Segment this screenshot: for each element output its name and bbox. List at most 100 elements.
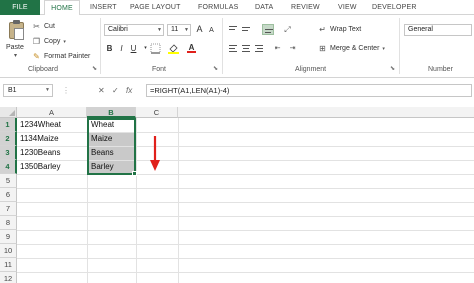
- row-header-11[interactable]: 11: [0, 258, 17, 272]
- font-name-value: Calibri: [108, 26, 128, 33]
- font-size-value: 11: [171, 26, 179, 33]
- formula-bar: B1 ▼ ⋮ ✕ ✓ fx =RIGHT(A1,LEN(A1)-4): [0, 82, 474, 99]
- row-header-12[interactable]: 12: [0, 272, 17, 283]
- align-top-icon[interactable]: [227, 24, 239, 35]
- cell-a3[interactable]: 1230Beans: [17, 146, 87, 160]
- row-header-9[interactable]: 9: [0, 230, 17, 244]
- tab-developer[interactable]: DEVELOPER: [372, 0, 417, 15]
- align-right-icon[interactable]: [253, 43, 265, 54]
- tab-review[interactable]: REVIEW: [291, 0, 320, 15]
- dialog-launcher-icon[interactable]: ⬊: [92, 66, 99, 73]
- row-header-10[interactable]: 10: [0, 244, 17, 258]
- font-name-select[interactable]: Calibri ▼: [104, 24, 164, 36]
- formula-options-icon: ⋮: [62, 86, 70, 95]
- row-header-1[interactable]: 1: [0, 118, 17, 132]
- wrap-text-button[interactable]: ↵ Wrap Text: [318, 24, 361, 35]
- copy-button[interactable]: ❐ Copy ▾: [32, 36, 66, 47]
- column-header-a[interactable]: A: [17, 107, 87, 118]
- gridline: [17, 216, 474, 217]
- bold-button[interactable]: B: [104, 43, 115, 54]
- tab-view[interactable]: VIEW: [338, 0, 357, 15]
- row-header-5[interactable]: 5: [0, 174, 17, 188]
- number-format-select[interactable]: General: [404, 24, 472, 36]
- row-header-2[interactable]: 2: [0, 132, 17, 146]
- underline-button[interactable]: U: [128, 43, 139, 54]
- row-header-4[interactable]: 4: [0, 160, 17, 174]
- column-header-rest: [178, 107, 474, 118]
- clipboard-clip: [13, 20, 20, 24]
- font-size-select[interactable]: 11 ▼: [167, 24, 191, 36]
- dialog-launcher-icon[interactable]: ⬊: [213, 66, 220, 73]
- paste-button[interactable]: Paste ▾: [6, 18, 28, 59]
- cancel-icon[interactable]: ✕: [98, 85, 105, 96]
- number-group-label: Number: [428, 66, 453, 73]
- merge-center-button[interactable]: ⊞ Merge & Center ▾: [318, 43, 385, 54]
- gridline: [17, 188, 474, 189]
- enter-icon[interactable]: ✓: [112, 85, 119, 96]
- cell-a1[interactable]: 1234Wheat: [17, 118, 87, 132]
- align-center-icon[interactable]: [240, 43, 252, 54]
- group-divider: [222, 18, 223, 74]
- copy-icon: ❐: [32, 36, 41, 46]
- chevron-down-icon: ▼: [157, 27, 162, 33]
- row-header-7[interactable]: 7: [0, 202, 17, 216]
- borders-icon[interactable]: [150, 43, 161, 54]
- chevron-down-icon[interactable]: ▾: [14, 52, 17, 59]
- paintbrush-icon: ✎: [33, 51, 40, 61]
- decrease-indent-icon[interactable]: ⇤: [272, 43, 283, 54]
- align-bottom-icon[interactable]: [262, 24, 274, 35]
- worksheet-grid[interactable]: A B C 1 2 3 4 5 6 7 8 9 10 11 12 1234Whe…: [0, 107, 474, 283]
- tab-page-layout[interactable]: PAGE LAYOUT: [130, 0, 181, 15]
- name-box[interactable]: B1 ▼: [3, 84, 53, 97]
- gridline: [17, 258, 474, 259]
- grow-font-button[interactable]: A: [194, 24, 205, 35]
- shrink-font-button[interactable]: A: [206, 25, 217, 36]
- wrap-text-icon: ↵: [319, 24, 326, 34]
- format-painter-label: Format Painter: [44, 53, 91, 60]
- tab-file[interactable]: FILE: [0, 0, 40, 15]
- name-box-value: B1: [8, 87, 17, 94]
- align-left-icon[interactable]: [227, 43, 239, 54]
- dialog-launcher-icon[interactable]: ⬊: [390, 66, 397, 73]
- chevron-down-icon[interactable]: ▾: [382, 46, 385, 52]
- copy-chevron-icon[interactable]: ▾: [63, 39, 66, 45]
- tab-formulas[interactable]: FORMULAS: [198, 0, 239, 15]
- font-group-label: Font: [152, 66, 167, 73]
- font-color-swatch: [187, 51, 196, 53]
- font-color-button[interactable]: A: [186, 42, 197, 53]
- ribbon-home: Paste ▾ ✂ Cut ❐ Copy ▾ ✎ Format Painter Clip…: [0, 15, 474, 78]
- select-all-button[interactable]: [0, 107, 17, 118]
- column-header-b[interactable]: B: [87, 107, 136, 118]
- cell-a4[interactable]: 1350Barley: [17, 160, 87, 174]
- selection-border: [87, 118, 136, 175]
- format-painter-button[interactable]: ✎ Format Painter: [32, 51, 90, 62]
- scissors-icon: ✂: [33, 21, 40, 31]
- tab-home[interactable]: HOME: [44, 0, 80, 16]
- formula-input[interactable]: =RIGHT(A1,LEN(A1)-4): [146, 84, 472, 97]
- gridline: [17, 272, 474, 273]
- row-header-6[interactable]: 6: [0, 188, 17, 202]
- wrap-text-label: Wrap Text: [330, 26, 362, 33]
- chevron-down-icon: ▼: [184, 27, 189, 33]
- gridline: [17, 174, 474, 175]
- align-middle-icon[interactable]: [240, 24, 252, 35]
- clipboard-group-label: Clipboard: [28, 66, 58, 73]
- cut-button[interactable]: ✂ Cut: [32, 21, 55, 32]
- insert-function-button[interactable]: fx: [126, 85, 132, 96]
- tab-data[interactable]: DATA: [255, 0, 273, 15]
- paste-label: Paste: [6, 44, 24, 51]
- row-header-3[interactable]: 3: [0, 146, 17, 160]
- fill-color-icon[interactable]: [168, 43, 179, 54]
- fill-handle[interactable]: [132, 171, 137, 176]
- orientation-icon[interactable]: ⤢: [282, 24, 293, 35]
- number-format-value: General: [408, 26, 433, 33]
- row-header-8[interactable]: 8: [0, 216, 17, 230]
- tab-insert[interactable]: INSERT: [90, 0, 117, 15]
- paste-sheet: [14, 28, 24, 40]
- merge-icon: ⊞: [319, 43, 326, 53]
- cell-a2[interactable]: 1134Maize: [17, 132, 87, 146]
- column-header-c[interactable]: C: [136, 107, 178, 118]
- group-divider: [100, 18, 101, 74]
- increase-indent-icon[interactable]: ⇥: [287, 43, 298, 54]
- italic-button[interactable]: I: [116, 43, 127, 54]
